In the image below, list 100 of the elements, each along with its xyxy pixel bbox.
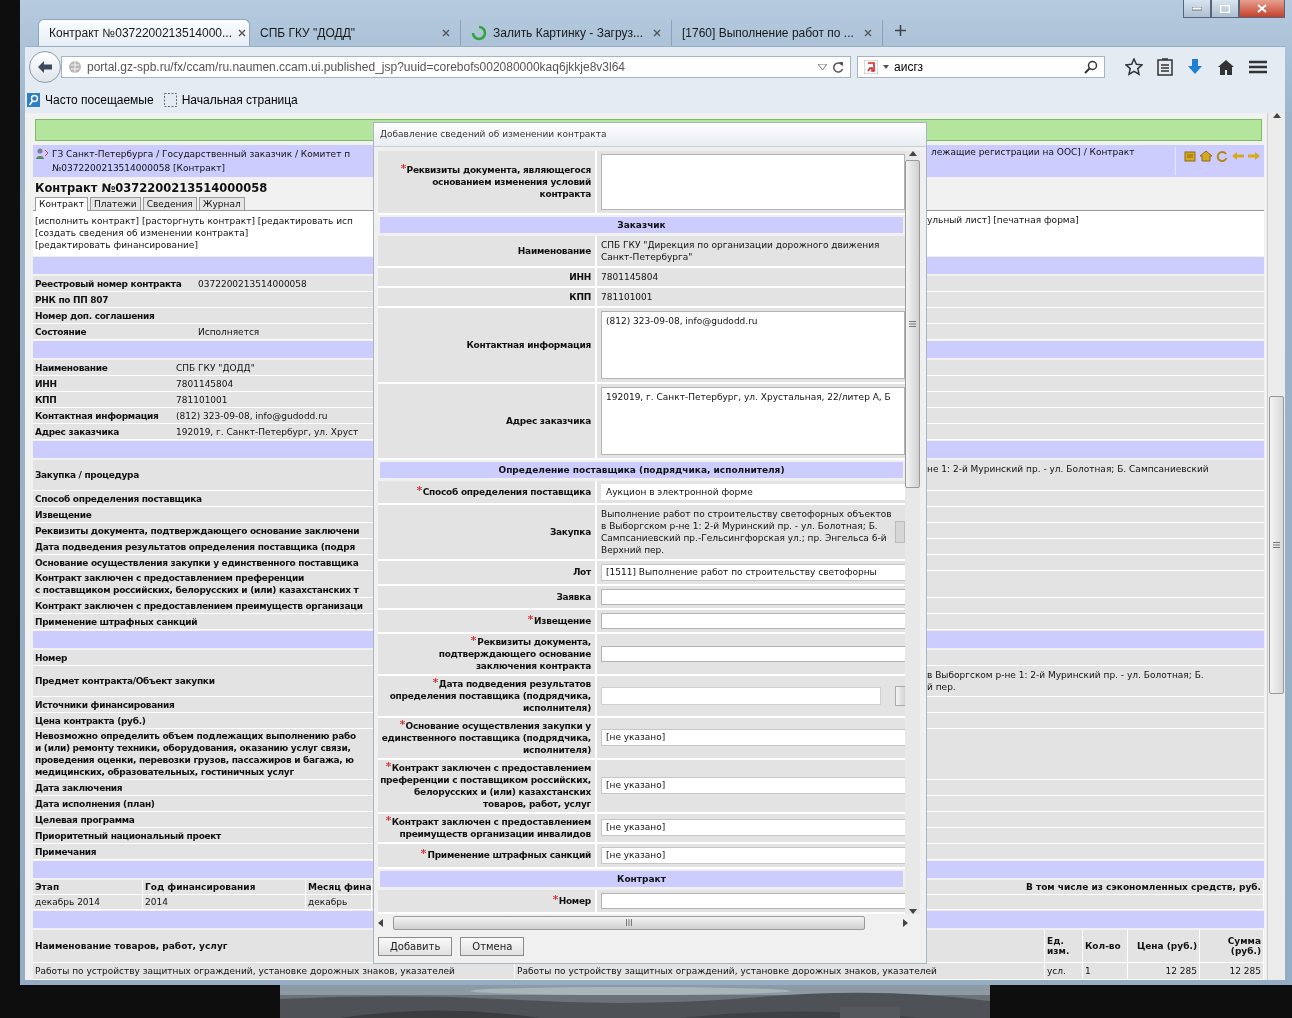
scroll-up-icon[interactable]	[908, 150, 917, 156]
field-label: КПП	[35, 393, 58, 406]
input-field[interactable]	[601, 892, 905, 909]
table-cell: декабрь 2014	[33, 895, 143, 910]
column-header: Этап	[33, 880, 143, 895]
dropdown[interactable]: [не указано]	[601, 777, 905, 795]
scrollbar[interactable]	[1267, 113, 1285, 980]
text-area[interactable]: 192019, г. Санкт-Петербург, ул. Хрустальная, 22/литер А, Б	[601, 386, 905, 455]
minimize-button[interactable]	[1183, 0, 1211, 18]
table-cell: усл.	[1045, 963, 1083, 980]
scrollbar-thumb[interactable]	[905, 159, 920, 488]
scroll-right-icon[interactable]	[903, 918, 908, 927]
field-value: в Выборгском р-не 1: 2-й Муринский пр. - ул. Болотная; Б. й пер.	[927, 669, 1205, 694]
back-button[interactable]	[29, 51, 61, 83]
browser-tab[interactable]: Контракт №0372200213514000...	[38, 19, 250, 46]
column-header: Сумма (руб.)	[1200, 930, 1264, 963]
dropdown[interactable]: [не указано]	[601, 846, 905, 864]
input-field[interactable]	[601, 612, 905, 629]
minimize-icon	[1192, 6, 1202, 11]
field-label: Источники финансирования	[35, 698, 175, 711]
field-value: 192019, г. Санкт-Петербург, ул. Хруст	[175, 425, 359, 438]
column-header: Ед. изм.	[1045, 930, 1083, 963]
action-links[interactable]: [исполнить контракт] [расторгнуть контракт] [редактировать исп	[35, 215, 370, 227]
column-header: Цена (руб.)	[1128, 930, 1200, 963]
menu-icon[interactable]	[1249, 60, 1267, 74]
close-icon[interactable]	[442, 29, 450, 37]
scrollbar[interactable]	[905, 150, 920, 914]
input-field[interactable]	[601, 588, 905, 605]
field-value: СПБ ГКУ "ДОДД"	[175, 361, 255, 374]
dropdown[interactable]: [не указано]	[601, 729, 905, 747]
field-label: Контактная информация	[35, 409, 160, 422]
field-label: Адрес заказчика	[35, 425, 121, 438]
field-label: Номер доп. соглашения	[35, 309, 156, 322]
scroll-down-icon[interactable]	[908, 908, 917, 914]
field-value: 781101001	[601, 290, 653, 303]
maximize-button[interactable]	[1211, 0, 1239, 18]
search-field[interactable]: аисгз	[857, 56, 1105, 78]
dropdown-arrow-icon[interactable]	[818, 64, 827, 70]
field-label: КПП	[569, 291, 591, 302]
new-tab-icon[interactable]	[895, 25, 906, 36]
field-label: Заявка	[556, 591, 591, 602]
field-label: Номер	[558, 895, 591, 906]
tab[interactable]: Контракт	[35, 197, 88, 211]
address-bar[interactable]: portal.gz-spb.ru/fx/ccam/ru.naumen.ccam.ui.published_jsp?uuid=corebofs002080000kaq6jkkje8v3l64	[61, 56, 851, 78]
dialog-button[interactable]: Отмена	[460, 937, 525, 956]
field-label: Основание осуществления закупки у единственного поставщика	[35, 556, 359, 569]
input-field[interactable]	[601, 645, 905, 662]
back-arrow-icon	[37, 60, 53, 74]
download-icon[interactable]	[1187, 58, 1203, 76]
dialog-button[interactable]: Добавить	[378, 937, 453, 956]
search-engine-icon[interactable]	[864, 60, 878, 74]
close-icon[interactable]	[238, 29, 246, 37]
grip-icon	[626, 919, 632, 927]
section-header: Определение поставщика (подрядчика, исполнителя)	[380, 461, 903, 478]
tab[interactable]: Журнал	[198, 197, 245, 210]
field-label: Состояние	[35, 325, 88, 338]
scroll-left-icon[interactable]	[378, 918, 383, 927]
field-label: ИНН	[569, 271, 591, 282]
close-button[interactable]	[1239, 0, 1285, 18]
search-icon[interactable]	[1084, 60, 1098, 74]
close-icon[interactable]	[653, 29, 661, 37]
text-area[interactable]: (812) 323-09-08, info@gudodd.ru	[601, 310, 905, 379]
action-links[interactable]: [редактировать финансирование]	[35, 239, 370, 251]
breadcrumb-path: лежащие регистрации на ООС] / Контракт	[931, 147, 1135, 159]
column-header: Месяц фина	[306, 880, 372, 895]
field-value: Выполнение работ по строительству светофорных объектов в Выборгском р-не 1: 2-й Муринский пр. - ул. Болотная; Б. Сампсаниевский пр.-Гельсингфорская ул.; пр. Энгельса 6-й Верхний пер.	[601, 507, 892, 556]
field-label: Приоритетный национальный проект	[35, 829, 222, 842]
field-label: РНК по ПП 807	[35, 293, 110, 306]
field-value: 7801145804	[175, 377, 234, 390]
tab[interactable]: Сведения	[142, 197, 197, 210]
note-icon[interactable]	[1184, 150, 1196, 162]
field-label: Адрес заказчика	[506, 415, 591, 426]
scrollbar-thumb[interactable]	[1269, 396, 1284, 694]
input-field[interactable]: Аукцион в электронной форме	[601, 483, 905, 500]
field-label: Способ определения поставщика	[422, 486, 591, 497]
field-label: Применение штрафных санкций	[427, 850, 591, 861]
tab[interactable]: Платежи	[89, 197, 141, 210]
dropdown-arrow-icon[interactable]	[883, 65, 889, 69]
bookmark-link[interactable]: Часто посещаемые	[27, 93, 154, 107]
field-label: Контактная информация	[466, 339, 591, 350]
field-label: Целевая программа	[35, 813, 135, 826]
clipboard-icon[interactable]	[1157, 58, 1173, 76]
field-label: Контракт заключен с предоставлением преференции с поставщиком российских, белорусских и (или) казахстанских товаров, работ, услуг	[380, 762, 591, 809]
table-cell: 2014	[143, 895, 306, 910]
action-links[interactable]: [создать сведения об изменении контракта]	[35, 227, 370, 239]
column-header: В том числе из сэкономленных средств, руб.	[927, 880, 1264, 895]
dropdown[interactable]: [1511] Выполнение работ по строительству светофорны	[601, 563, 905, 581]
close-icon[interactable]	[864, 29, 872, 37]
action-links[interactable]: ульный лист] [печатная форма]	[927, 215, 1079, 225]
maximize-icon	[1220, 4, 1230, 13]
field-label: Наименование	[517, 245, 591, 256]
table-cell: 12 285	[1128, 963, 1200, 980]
field-label: Извещение	[35, 508, 92, 521]
date-field[interactable]	[601, 686, 881, 705]
reload-icon[interactable]	[832, 61, 844, 73]
dropdown[interactable]: [не указано]	[601, 819, 905, 837]
bookmark-link[interactable]: Начальная страница	[163, 93, 298, 107]
home-icon[interactable]	[1217, 58, 1235, 76]
star-icon[interactable]	[1125, 58, 1143, 76]
table-cell: 12 285	[1200, 963, 1264, 980]
